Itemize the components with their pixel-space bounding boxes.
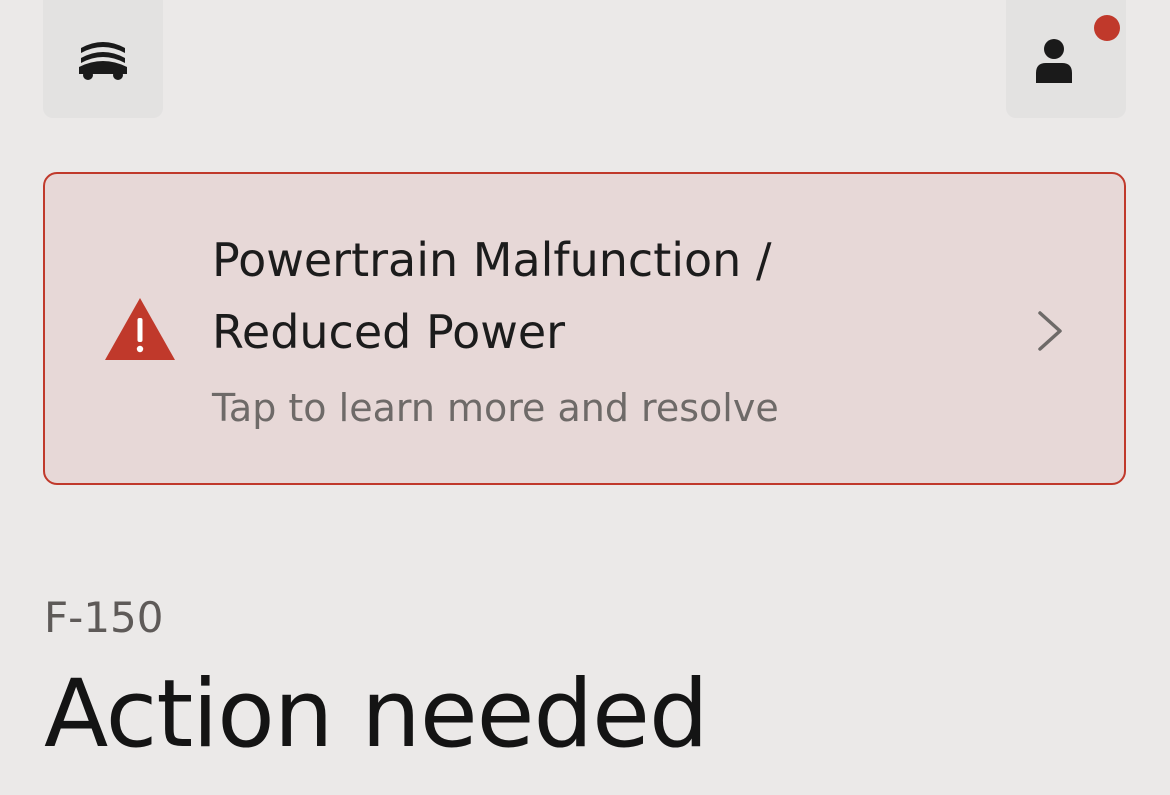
alert-title: Powertrain Malfunction / Reduced Power — [212, 224, 912, 368]
vehicle-model: F-150 — [44, 593, 164, 642]
person-icon — [1036, 39, 1072, 83]
vehicle-status-screen: Powertrain Malfunction / Reduced Power T… — [0, 0, 1170, 795]
vehicle-status-heading: Action needed — [44, 660, 709, 769]
powertrain-alert-card[interactable]: Powertrain Malfunction / Reduced Power T… — [43, 172, 1126, 485]
alert-title-line1: Powertrain Malfunction / — [212, 233, 772, 287]
vehicle-fleet-icon — [79, 42, 127, 80]
warning-triangle-icon — [105, 298, 175, 360]
alert-subtitle: Tap to learn more and resolve — [212, 386, 779, 430]
vehicles-button[interactable] — [43, 0, 163, 118]
notification-badge — [1094, 15, 1120, 41]
account-icon-wrapper — [1036, 29, 1091, 89]
account-button[interactable] — [1006, 0, 1126, 118]
chevron-right-icon — [1038, 311, 1062, 351]
alert-title-line2: Reduced Power — [212, 305, 566, 359]
